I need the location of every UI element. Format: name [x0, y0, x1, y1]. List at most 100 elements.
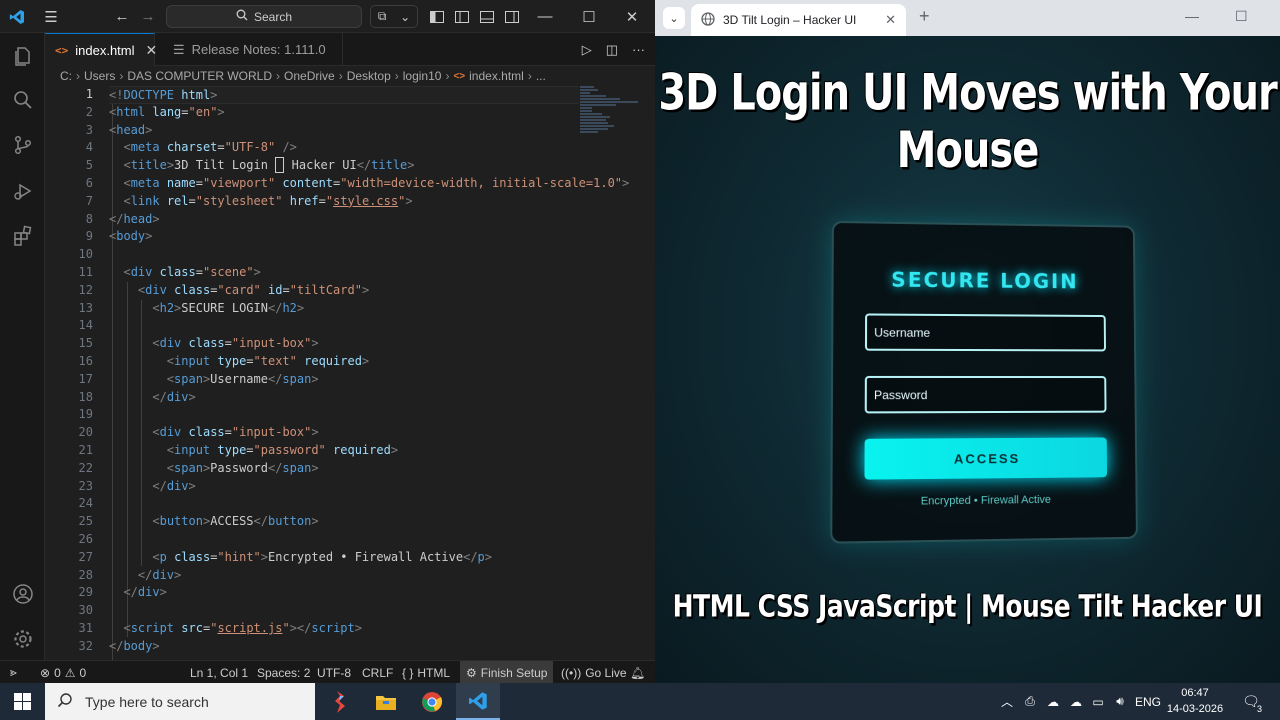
code-line: <script src="script.js"></script> [109, 620, 579, 638]
maximize-icon[interactable]: ☐ [578, 0, 600, 33]
globe-icon [701, 12, 715, 29]
toggle-sidebar-icon[interactable] [453, 0, 471, 33]
input-language[interactable]: ENG [1133, 683, 1163, 720]
close-icon[interactable]: ✕ [621, 0, 643, 33]
status-bar: ⪢ ⊗ 0 ⚠ 0 Ln 1, Col 1 Spaces: 2 UTF-8 CRLF… [0, 660, 655, 683]
problems-indicator[interactable]: ⊗ 0 ⚠ 0 [40, 661, 86, 684]
login-card[interactable]: SECURE LOGIN Username Password ACCESS En… [830, 221, 1138, 544]
run-debug-icon[interactable] [0, 170, 45, 212]
breadcrumb-item[interactable]: Users [84, 69, 115, 83]
search-sidebar-icon[interactable] [0, 79, 45, 121]
account-icon[interactable] [0, 573, 45, 615]
maximize-icon[interactable]: ☐ [1235, 8, 1248, 25]
more-actions-icon[interactable]: ··· [632, 42, 645, 57]
windows-start-icon[interactable] [0, 683, 45, 720]
line-number: 20 [45, 424, 93, 442]
encoding[interactable]: UTF-8 [317, 661, 351, 684]
vscode-taskbar-icon[interactable] [456, 683, 500, 720]
code-line: </head> [109, 211, 579, 229]
line-number: 13 [45, 300, 93, 318]
tab-label: Release Notes: 1.111.0 [192, 42, 326, 57]
run-icon[interactable]: ▷ [582, 42, 592, 58]
password-input[interactable]: Password [865, 376, 1107, 413]
finish-setup-button[interactable]: ⚙ Finish Setup [460, 661, 553, 684]
tab-index-html[interactable]: <> index.html ✕ [45, 33, 155, 66]
code-line: <link rel="stylesheet" href="style.css"> [109, 193, 579, 211]
code-editor[interactable]: 1 2 3 4 5 6 7 8 9 10 11 12 13 14 15 16 17 18 19 20 21 22 23 24 2… [45, 86, 655, 660]
code-line [109, 495, 579, 513]
code-line: <html lang="en"> [109, 104, 579, 122]
close-tab-icon[interactable]: ✕ [885, 12, 896, 28]
command-center-search[interactable]: Search [166, 5, 362, 28]
line-number: 8 [45, 211, 93, 229]
meet-now-icon[interactable]: ⎙ [1020, 683, 1040, 720]
cloud-sync-icon[interactable]: ☁ [1066, 683, 1086, 720]
toggle-panel-icon[interactable] [478, 0, 496, 33]
line-number: 1 [45, 86, 93, 104]
tab-search-chevron-icon[interactable]: ⌄ [663, 7, 685, 29]
remote-indicator[interactable]: ⪢ [10, 661, 17, 684]
tab-release-notes[interactable]: ☰ Release Notes: 1.111.0 [163, 33, 343, 66]
system-clock[interactable]: 06:47 14-03-2026 [1166, 685, 1224, 717]
menu-icon[interactable]: ☰ [40, 0, 62, 33]
settings-gear-icon[interactable] [0, 618, 45, 660]
minimap[interactable] [580, 86, 640, 156]
show-hidden-icons-chevron-icon[interactable]: ︿ [998, 683, 1016, 720]
windows-taskbar: Type here to search ︿ ⎙ ☁ ☁ ▭ 🔊︎ ENG 06:… [0, 683, 1280, 720]
back-arrow-icon[interactable]: ← [111, 0, 133, 33]
username-input[interactable]: Username [865, 313, 1106, 351]
breadcrumb-item[interactable]: DAS COMPUTER WORLD [127, 69, 272, 83]
cloud-off-icon[interactable]: ☁ [1043, 683, 1063, 720]
code-line [109, 406, 579, 424]
browser-tabstrip: ⌄ 3D Tilt Login – Hacker UI ✕ + — ☐ [655, 0, 1280, 36]
minimize-icon[interactable]: — [534, 0, 556, 33]
layout-panels-icon[interactable] [428, 0, 446, 33]
screen: ☰ ← → Search ⧉ ⌄ — ☐ ✕ <> index.html ✕ ☰… [0, 0, 1280, 720]
file-explorer-icon[interactable] [364, 683, 408, 720]
chrome-icon[interactable] [410, 683, 454, 720]
browser-tab[interactable]: 3D Tilt Login – Hacker UI ✕ [691, 4, 906, 36]
breadcrumb-item[interactable]: ... [536, 69, 546, 83]
speaker-icon[interactable]: 🔊︎ [1110, 683, 1130, 720]
breadcrumb-item[interactable]: OneDrive [284, 69, 335, 83]
vscode-logo-icon [6, 0, 28, 33]
new-tab-plus-icon[interactable]: + [919, 6, 930, 27]
forward-arrow-icon[interactable]: → [137, 0, 159, 33]
copilot-icon: ⧉ [378, 9, 387, 24]
extensions-icon[interactable] [0, 215, 45, 257]
language-label: HTML [417, 666, 450, 680]
notification-center-icon[interactable]: 🗨︎ 3 [1236, 683, 1266, 720]
split-editor-icon[interactable]: ◫ [606, 42, 618, 58]
app-launcher-icon[interactable] [318, 683, 362, 720]
code-lines: <!DOCTYPE html> <html lang="en"> <head> … [109, 86, 579, 656]
close-tab-icon[interactable]: ✕ [146, 42, 158, 59]
search-icon [57, 692, 73, 711]
line-number: 14 [45, 317, 93, 335]
access-button[interactable]: ACCESS [864, 437, 1107, 479]
line-number: 11 [45, 264, 93, 282]
notifications-bell-icon[interactable]: 🔔︎ [630, 661, 645, 684]
language-mode[interactable]: { } HTML [402, 661, 450, 684]
breadcrumb-item[interactable]: index.html [469, 69, 524, 83]
browser-tab-title: 3D Tilt Login – Hacker UI [723, 13, 877, 27]
taskbar-search-box[interactable]: Type here to search [45, 683, 315, 720]
breadcrumb-item[interactable]: Desktop [347, 69, 391, 83]
breadcrumb-item[interactable]: login10 [403, 69, 442, 83]
copilot-button[interactable]: ⧉ ⌄ [370, 5, 418, 28]
clock-date: 14-03-2026 [1166, 701, 1224, 717]
hint-text: Encrypted • Firewall Active [832, 493, 1135, 509]
explorer-icon[interactable] [0, 35, 45, 77]
cursor-position[interactable]: Ln 1, Col 1 [190, 661, 248, 684]
source-control-icon[interactable] [0, 124, 45, 166]
end-of-line[interactable]: CRLF [362, 661, 393, 684]
toggle-secondary-sidebar-icon[interactable] [503, 0, 521, 33]
line-number: 19 [45, 406, 93, 424]
network-icon[interactable]: ▭ [1088, 683, 1108, 720]
indentation[interactable]: Spaces: 2 [257, 661, 310, 684]
minimize-icon[interactable]: — [1185, 8, 1199, 24]
go-live-button[interactable]: ((•)) Go Live [561, 661, 627, 684]
video-subline: HTML CSS JavaScript | Mouse Tilt Hacker … [655, 589, 1280, 624]
line-number: 15 [45, 335, 93, 353]
code-line: <span>Username</span> [109, 371, 579, 389]
breadcrumb-item[interactable]: C: [60, 69, 72, 83]
